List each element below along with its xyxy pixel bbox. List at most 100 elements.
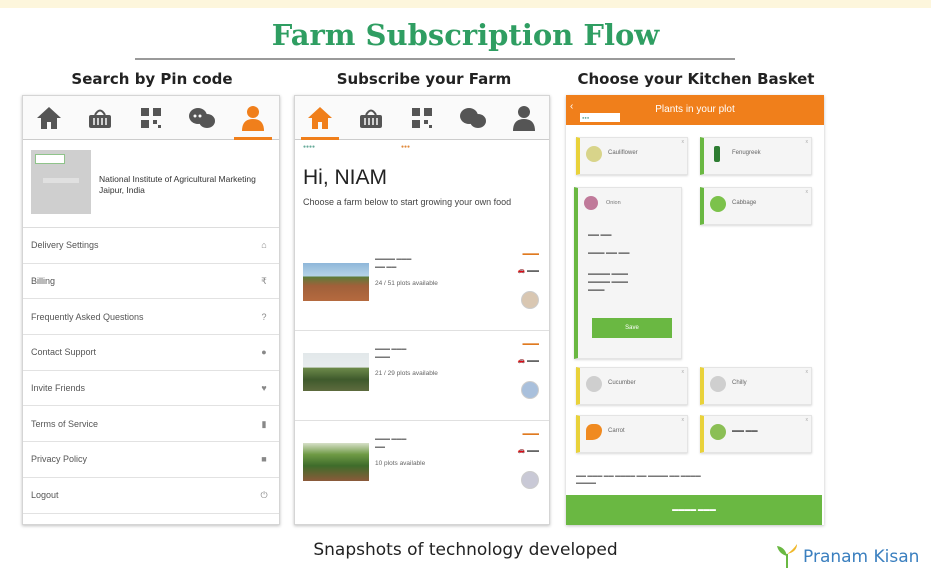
menu-item-support[interactable]: Contact Support ● [23, 335, 279, 371]
basket-icon [88, 109, 111, 128]
farm-card[interactable]: ▬▬▬ ▬▬▬ ▬▬▬ 21 / 29 plots available ▬▬▬ 🚗… [295, 333, 549, 421]
close-icon[interactable]: x [682, 417, 685, 423]
tab-profile[interactable] [503, 98, 545, 138]
sprout-icon [777, 544, 797, 568]
tile-label-placeholder: ▬▬ ▬▬ [732, 428, 758, 434]
chat-icon: ● [261, 347, 267, 358]
brand-badge: ●●● [580, 113, 620, 122]
settings-menu: Delivery Settings ⌂ Billing ₹ Frequently A… [23, 228, 279, 514]
column-heading-subscribe: Subscribe your Farm [336, 70, 512, 88]
tab-basket[interactable] [79, 98, 121, 138]
detail-line: ▬▬▬ ▬▬ ▬▬ [588, 250, 630, 256]
tab-profile[interactable] [232, 98, 274, 140]
tab-bar [23, 96, 279, 140]
greeting: Hi, NIAM [303, 166, 387, 189]
farm-name-placeholder: ▬▬▬▬ ▬▬▬ ▬▬ ▬▬ [375, 256, 412, 270]
user-icon [242, 105, 265, 131]
watermark [43, 178, 79, 183]
distance-icon: 🚗 ▬▬ [517, 268, 539, 274]
screen-header: ‹ Plants in your plot ●●● [566, 95, 824, 125]
header-link-icon[interactable]: ●●● [401, 144, 410, 150]
phone-search-screen: National Institute of Agricultural Marke… [22, 95, 280, 525]
tile-label: Cauliflower [608, 150, 638, 156]
detail-line: ▬▬▬▬ ▬▬▬ ▬▬▬▬ ▬▬▬ ▬▬▬ [588, 271, 629, 293]
cabbage-icon [710, 196, 726, 212]
vegetable-tile-fenugreek[interactable]: Fenugreek x [700, 137, 812, 175]
close-icon[interactable]: x [806, 139, 809, 145]
selected-plant-card: Onion ▬▬ ▬▬ ▬▬▬ ▬▬ ▬▬ ▬▬▬▬ ▬▬▬ ▬▬▬▬ ▬▬▬ ▬▬… [574, 187, 682, 359]
power-icon: ⏻ [260, 490, 268, 501]
onion-icon [584, 196, 598, 210]
vegetable-tile-carrot[interactable]: Carrot x [576, 415, 688, 453]
vegetable-tile-chilly[interactable]: Chilly x [700, 367, 812, 405]
farm-name-placeholder: ▬▬▬ ▬▬▬ ▬▬▬ [375, 346, 407, 360]
tile-label: Cucumber [608, 380, 636, 386]
menu-item-privacy[interactable]: Privacy Policy ■ [23, 442, 279, 478]
price-tag-icon: ▬▬▬ [522, 341, 540, 347]
question-icon: ? [261, 311, 267, 322]
profile-card: National Institute of Agricultural Marke… [23, 140, 279, 228]
close-icon[interactable]: x [806, 369, 809, 375]
close-icon[interactable]: x [806, 189, 809, 195]
close-icon[interactable]: x [806, 417, 809, 423]
user-icon [512, 105, 535, 131]
menu-item-logout[interactable]: Logout ⏻ [23, 478, 279, 514]
menu-item-billing[interactable]: Billing ₹ [23, 264, 279, 300]
farm-card[interactable]: ▬▬▬ ▬▬▬ ▬▬ 10 plots available ▬▬▬ 🚗 ▬▬ [295, 423, 549, 511]
page-title: Farm Subscription Flow [271, 18, 660, 52]
top-band [0, 0, 931, 8]
home-icon: ⌂ [261, 240, 267, 251]
tab-home[interactable] [299, 98, 341, 140]
tile-label: Fenugreek [732, 150, 761, 156]
tab-chat[interactable] [452, 98, 494, 138]
home-icon [308, 106, 333, 129]
menu-label: Delivery Settings [31, 240, 99, 251]
tab-bar [295, 96, 549, 140]
menu-item-faq[interactable]: Frequently Asked Questions? [23, 299, 279, 336]
vegetable-tile-cucumber[interactable]: Cucumber x [576, 367, 688, 405]
heart-icon: ♥ [261, 383, 267, 394]
close-icon[interactable]: x [682, 139, 685, 145]
chilly-icon [710, 376, 726, 392]
cauliflower-icon [586, 146, 602, 162]
close-icon[interactable]: x [682, 369, 685, 375]
instruction-text: Choose a farm below to start growing you… [303, 197, 512, 207]
tab-chat[interactable] [181, 98, 223, 138]
tab-qr[interactable] [401, 98, 443, 138]
tab-qr[interactable] [130, 98, 172, 138]
menu-label: Logout [31, 490, 59, 501]
profile-picture [31, 150, 91, 214]
carrot-icon [586, 424, 602, 440]
menu-label: Contact Support [31, 347, 97, 358]
vegetable-tile-cauliflower[interactable]: Cauliflower x [576, 137, 688, 175]
column-heading-basket: Choose your Kitchen Basket [577, 70, 815, 88]
tile-label: Chilly [732, 380, 747, 386]
profile-name: National Institute of Agricultural Marke… [99, 174, 256, 195]
brand-name: Pranam Kisan [803, 547, 920, 567]
plot-note-placeholder: ▬▬ ▬▬▬ ▬▬ ▬▬▬▬ ▬▬ ▬▬▬▬ ▬▬ ▬▬▬▬ ▬▬▬▬ [576, 473, 701, 486]
phone-basket-screen: ‹ Plants in your plot ●●● Cauliflower x … [566, 95, 824, 525]
tile-label: Cabbage [732, 200, 757, 206]
farm-availability: 24 / 51 plots available [375, 280, 438, 287]
save-button[interactable]: Save [592, 318, 672, 338]
farm-availability: 21 / 29 plots available [375, 370, 438, 377]
farm-card[interactable]: ▬▬▬▬ ▬▬▬ ▬▬ ▬▬ 24 / 51 plots available ▬▬… [295, 243, 549, 331]
vegetable-tile-cabbage[interactable]: Cabbage x [700, 187, 812, 225]
doc-icon: ▮ [261, 418, 267, 429]
menu-label: Billing [31, 276, 56, 287]
tab-basket[interactable] [350, 98, 392, 138]
tab-home[interactable] [28, 98, 70, 138]
menu-item-delivery[interactable]: Delivery Settings ⌂ [23, 228, 279, 264]
farmer-avatar [521, 471, 539, 489]
lock-icon: ■ [261, 454, 267, 465]
menu-item-terms[interactable]: Terms of Service ▮ [23, 406, 279, 443]
farm-photo [303, 263, 369, 301]
price-tag-icon: ▬▬▬ [522, 251, 540, 257]
vegetable-tile-extra[interactable]: ▬▬ ▬▬ x [700, 415, 812, 453]
continue-button[interactable]: ▬▬▬▬ ▬▬▬ [566, 495, 822, 525]
phone-subscribe-screen: ●●●● ●●● Hi, NIAM Choose a farm below to… [294, 95, 550, 525]
basket-icon [360, 109, 383, 128]
detail-line: ▬▬ ▬▬ [588, 232, 612, 238]
rupee-icon: ₹ [261, 276, 267, 287]
menu-item-invite[interactable]: Invite Friends ♥ [23, 371, 279, 407]
